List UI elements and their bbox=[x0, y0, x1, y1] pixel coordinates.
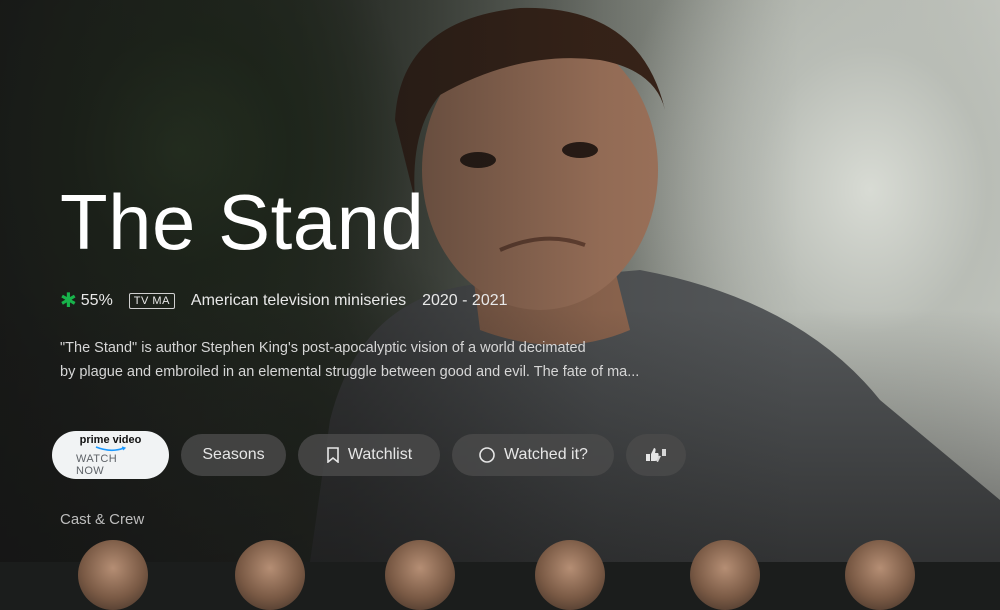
rate-button[interactable] bbox=[626, 434, 686, 476]
cast-avatar[interactable] bbox=[845, 540, 915, 610]
cast-avatar[interactable] bbox=[385, 540, 455, 610]
watchlist-label: Watchlist bbox=[347, 446, 413, 463]
cast-avatar[interactable] bbox=[690, 540, 760, 610]
action-bar: prime video WATCH NOW Seasons Watchlist … bbox=[52, 431, 686, 479]
show-description: "The Stand" is author Stephen King's pos… bbox=[60, 336, 660, 384]
show-title: The Stand bbox=[60, 178, 425, 266]
thumbs-icon bbox=[646, 448, 666, 462]
clover-icon: ✱ bbox=[60, 290, 77, 312]
seasons-label: Seasons bbox=[202, 446, 265, 463]
cast-avatar[interactable] bbox=[78, 540, 148, 610]
cast-crew-heading: Cast & Crew bbox=[60, 511, 145, 528]
score-value: 55% bbox=[80, 292, 113, 309]
prime-smile-icon bbox=[95, 445, 126, 451]
watched-it-button[interactable]: Watched it? bbox=[452, 434, 614, 476]
cast-row bbox=[0, 540, 1000, 610]
prime-video-logo: prime video bbox=[79, 433, 142, 446]
bookmark-icon bbox=[327, 447, 339, 463]
genre-label: American television miniseries bbox=[190, 292, 407, 309]
watchlist-button[interactable]: Watchlist bbox=[298, 434, 440, 476]
metadata-row: ✱ 55% TV MA American television miniseri… bbox=[60, 290, 508, 312]
description-line: "The Stand" is author Stephen King's pos… bbox=[60, 340, 586, 356]
watched-it-label: Watched it? bbox=[504, 446, 588, 463]
seasons-button[interactable]: Seasons bbox=[181, 434, 286, 476]
cast-avatar[interactable] bbox=[235, 540, 305, 610]
watch-now-label: WATCH NOW bbox=[76, 452, 118, 477]
cast-avatar[interactable] bbox=[535, 540, 605, 610]
audience-score: ✱ 55% bbox=[60, 291, 113, 311]
content-rating-badge: TV MA bbox=[128, 293, 175, 309]
circle-icon bbox=[479, 447, 495, 463]
watch-now-button[interactable]: prime video WATCH NOW bbox=[52, 431, 169, 479]
year-range: 2020 - 2021 bbox=[422, 292, 508, 309]
description-line: by plague and embroiled in an elemental … bbox=[60, 364, 640, 380]
